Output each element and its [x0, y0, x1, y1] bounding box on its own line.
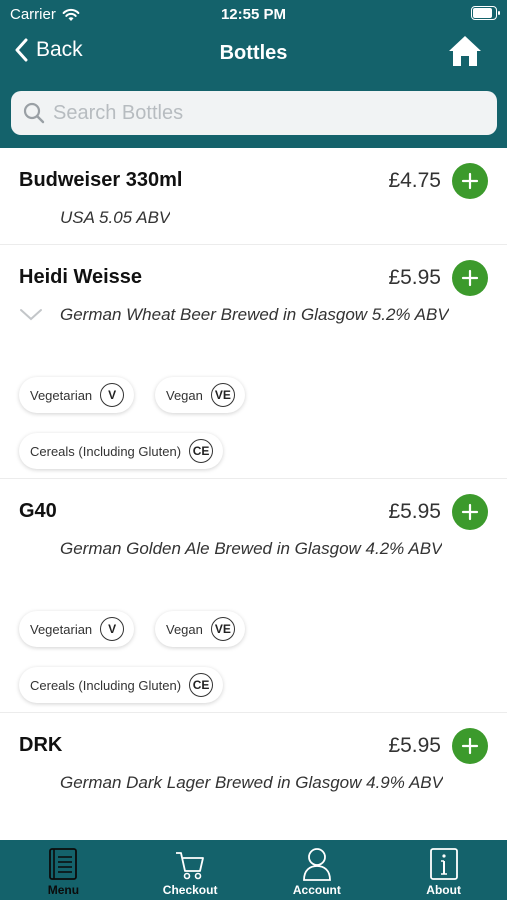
- tag-label: Cereals (Including Gluten): [30, 677, 182, 693]
- chevron-down-icon: [20, 309, 42, 321]
- item-price: £4.75: [388, 169, 441, 192]
- item-name: Heidi Weisse: [19, 266, 143, 288]
- tab-bar: Menu Checkout Account About: [0, 840, 507, 900]
- plus-icon: [461, 269, 479, 287]
- tag-badge: VE: [210, 617, 235, 641]
- item-description: German Golden Ale Brewed in Glasgow 4.2%…: [60, 539, 443, 558]
- add-to-basket-button[interactable]: [452, 494, 488, 530]
- item-description: German Dark Lager Brewed in Glasgow 4.9%…: [60, 773, 443, 792]
- dietary-tag: Vegan VE: [155, 377, 245, 413]
- status-bar: Carrier 12:55 PM: [0, 0, 507, 30]
- plus-icon: [461, 737, 479, 755]
- tab-account[interactable]: Account: [254, 840, 381, 900]
- home-button[interactable]: [447, 34, 483, 73]
- tag-badge: V: [100, 383, 125, 407]
- dietary-tag: Vegetarian V: [19, 377, 135, 413]
- tab-label: About: [426, 883, 461, 897]
- plus-icon: [461, 172, 479, 190]
- home-icon: [449, 36, 481, 66]
- expand-button[interactable]: [19, 308, 43, 327]
- dietary-tag: Cereals (Including Gluten) CE: [19, 667, 224, 703]
- list-item: DRK £5.95 German Dark Lager Brewed in Gl…: [0, 713, 507, 840]
- list-item: Budweiser 330ml £4.75 USA 5.05 ABV: [0, 148, 507, 245]
- tag-label: Vegan: [166, 387, 203, 403]
- list-item: G40 £5.95 German Golden Ale Brewed in Gl…: [0, 479, 507, 713]
- item-name: Budweiser 330ml: [19, 169, 183, 191]
- tag-label: Cereals (Including Gluten): [30, 443, 182, 459]
- dietary-tag: Vegetarian V: [19, 611, 135, 647]
- tag-badge: CE: [189, 439, 214, 463]
- dietary-tag: Vegan VE: [155, 611, 245, 647]
- item-name: G40: [19, 500, 57, 522]
- plus-icon: [461, 503, 479, 521]
- tab-label: Checkout: [162, 883, 218, 897]
- search-bar[interactable]: [11, 91, 497, 135]
- tab-about[interactable]: About: [380, 840, 507, 900]
- tab-label: Account: [292, 883, 341, 897]
- item-price: £5.95: [388, 734, 441, 757]
- search-icon: [23, 102, 45, 124]
- tab-label: Menu: [47, 883, 80, 897]
- add-to-basket-button[interactable]: [452, 728, 488, 764]
- battery-icon: [471, 6, 500, 20]
- header: Carrier 12:55 PM Back Bottles: [0, 0, 507, 148]
- menu-book-icon: [49, 848, 78, 880]
- info-icon: [429, 848, 458, 880]
- item-description: USA 5.05 ABV: [60, 208, 171, 227]
- tag-badge: V: [100, 617, 125, 641]
- tag-badge: VE: [210, 383, 235, 407]
- item-description: German Wheat Beer Brewed in Glasgow 5.2%…: [60, 305, 449, 324]
- tag-label: Vegetarian: [30, 387, 93, 403]
- status-time: 12:55 PM: [220, 6, 287, 23]
- nav-bar: Back Bottles: [0, 30, 507, 76]
- cart-icon: [176, 852, 205, 880]
- list-item: Heidi Weisse £5.95 German Wheat Beer Bre…: [0, 245, 507, 479]
- tag-badge: CE: [189, 673, 214, 697]
- tab-checkout[interactable]: Checkout: [127, 840, 254, 900]
- tag-label: Vegan: [166, 621, 203, 637]
- tag-label: Vegetarian: [30, 621, 93, 637]
- item-price: £5.95: [388, 500, 441, 523]
- dietary-tag: Cereals (Including Gluten) CE: [19, 433, 224, 469]
- battery-level: [473, 8, 492, 18]
- item-name: DRK: [19, 734, 63, 756]
- item-price: £5.95: [388, 266, 441, 289]
- tab-menu[interactable]: Menu: [0, 840, 127, 900]
- page-title: Bottles: [219, 42, 288, 64]
- user-icon: [302, 848, 331, 881]
- add-to-basket-button[interactable]: [452, 260, 488, 296]
- add-to-basket-button[interactable]: [452, 163, 488, 199]
- search-input[interactable]: [53, 101, 473, 125]
